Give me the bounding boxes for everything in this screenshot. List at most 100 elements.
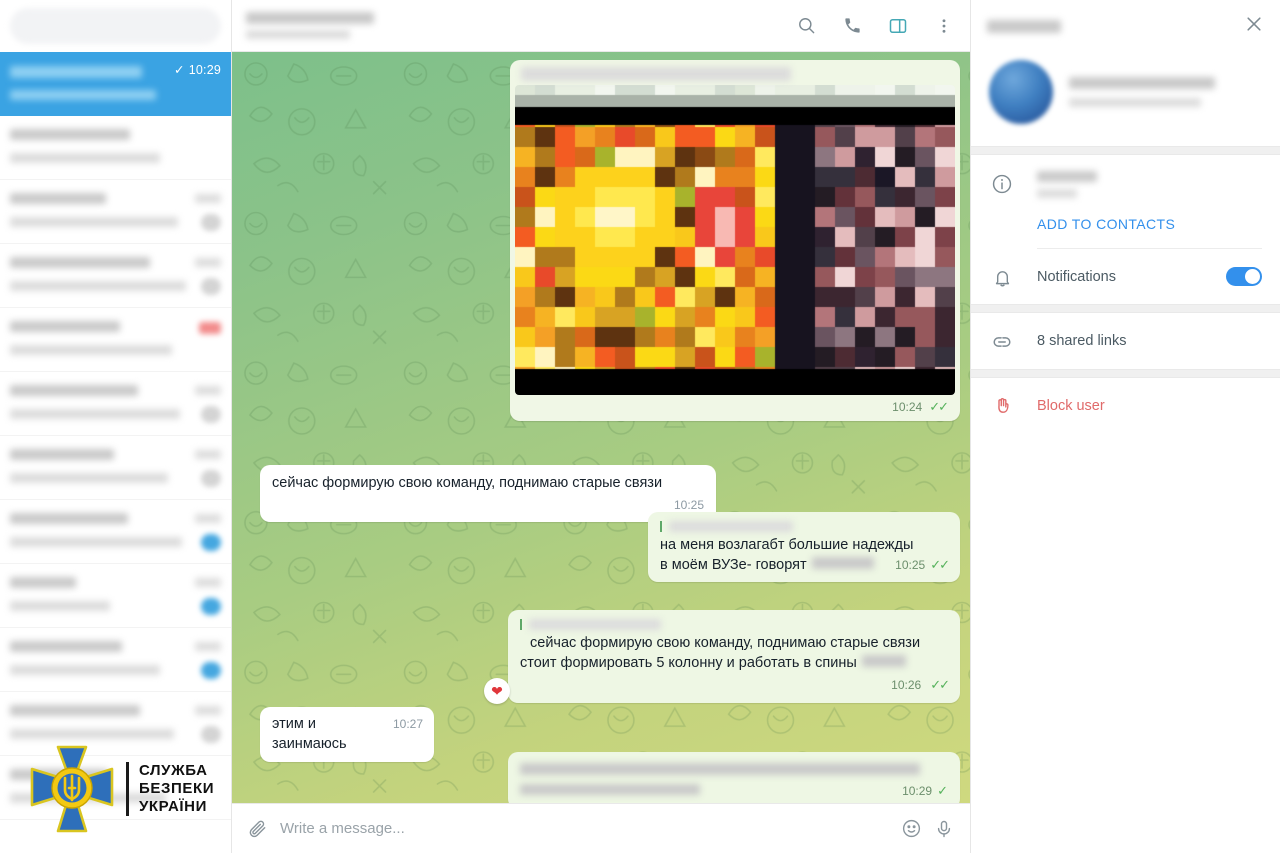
chat-list[interactable]: ✓ 10:29 (0, 52, 231, 853)
chat-list-item[interactable] (0, 372, 231, 436)
chat-list-item[interactable] (0, 116, 231, 180)
close-icon[interactable] (1244, 14, 1264, 39)
message-time: 10:25 (673, 497, 704, 512)
username-label-redacted (1037, 189, 1077, 198)
sbu-line-2: БЕЗПЕКИ (139, 779, 215, 797)
chat-item-snippet (10, 601, 110, 611)
sbu-watermark-text: СЛУЖБА БЕЗПЕКИ УКРАЇНИ (126, 761, 215, 817)
paperclip-icon[interactable] (248, 819, 268, 839)
chat-list-item[interactable] (0, 564, 231, 628)
message-time: 10:29 (902, 784, 933, 798)
user-info-section: ADD TO CONTACTS (971, 155, 1280, 248)
chat-panel: 10:24 ✓✓ сейчас формирую свою команду, п… (232, 0, 970, 853)
reply-quote[interactable] (520, 619, 948, 630)
message-outgoing[interactable]: 10:29 ✓ (508, 752, 960, 803)
chat-item-name (10, 385, 138, 396)
smiley-icon[interactable] (901, 818, 922, 839)
microphone-icon[interactable] (934, 819, 954, 839)
message-incoming[interactable]: сейчас формирую свою команду, поднимаю с… (260, 465, 716, 523)
chat-list-item[interactable] (0, 628, 231, 692)
search-icon[interactable] (794, 14, 818, 38)
user-profile[interactable] (971, 52, 1280, 146)
message-text: сейчас формирую свою команду, поднимаю с… (272, 475, 663, 491)
photo-time: 10:24 (892, 400, 923, 414)
chat-item-name (10, 641, 122, 652)
search-input[interactable] (10, 8, 221, 44)
user-info-panel: ADD TO CONTACTS Notifications 8 shared l… (970, 0, 1280, 853)
chat-list-item-selected[interactable]: ✓ 10:29 (0, 52, 231, 116)
notifications-label: Notifications (1037, 268, 1116, 285)
user-info-body: ADD TO CONTACTS (1037, 171, 1262, 232)
username-redacted (1037, 171, 1097, 182)
chat-title-redacted (246, 12, 374, 24)
chat-item-snippet (10, 409, 180, 419)
chat-item-time (195, 514, 221, 523)
notifications-row[interactable]: Notifications (971, 249, 1280, 304)
chat-list-rows[interactable] (0, 116, 231, 820)
block-user-row[interactable]: Block user (971, 378, 1280, 433)
chat-item-time (195, 642, 221, 651)
chat-list-item[interactable] (0, 308, 231, 372)
add-to-contacts-button[interactable]: ADD TO CONTACTS (1037, 216, 1262, 232)
message-text-line2: стоит формировать 5 колонну и работать в… (520, 654, 857, 671)
profile-name-redacted (1069, 77, 1215, 89)
info-icon (989, 171, 1015, 195)
message-redacted-line (520, 763, 920, 775)
chat-header-titles[interactable] (246, 12, 374, 39)
chat-item-name (10, 577, 76, 588)
chat-item-badge (201, 214, 221, 231)
chat-item-name (10, 193, 106, 204)
chat-list-item[interactable] (0, 180, 231, 244)
chat-item-time (195, 706, 221, 715)
notifications-toggle[interactable] (1226, 267, 1262, 286)
sent-tick-icon: ✓ (937, 783, 948, 798)
chat-item-name (10, 66, 142, 78)
read-ticks-icon: ✓✓ (930, 556, 950, 572)
reply-quote[interactable] (660, 521, 948, 532)
shared-links-row[interactable]: 8 shared links (971, 313, 1280, 369)
chat-item-badge (199, 322, 221, 334)
sidebar-top (0, 0, 231, 52)
chat-item-name (10, 129, 130, 140)
chat-item-snippet (10, 217, 178, 227)
chat-item-name (10, 705, 140, 716)
link-icon (989, 329, 1015, 353)
chat-item-snippet (10, 281, 186, 291)
chat-item-badge (201, 470, 221, 487)
chat-list-item[interactable] (0, 436, 231, 500)
messages-scroll: 10:24 ✓✓ сейчас формирую свою команду, п… (252, 60, 960, 803)
pixelated-photo[interactable] (515, 85, 955, 395)
sbu-emblem-icon (30, 745, 114, 833)
sbu-line-3: УКРАЇНИ (139, 798, 207, 816)
photo-caption-redacted (521, 67, 791, 81)
message-redacted-line (520, 784, 700, 795)
chat-item-time: ✓ 10:29 (174, 63, 221, 77)
more-menu-icon[interactable] (932, 14, 956, 38)
chat-item-badge (201, 278, 221, 295)
chat-list-item[interactable] (0, 244, 231, 308)
call-icon[interactable] (840, 14, 864, 38)
message-text: этим и заинмаюсь (272, 716, 347, 752)
message-outgoing[interactable]: на меня возлагабт большие надежды в моём… (648, 512, 960, 583)
message-outgoing[interactable]: сейчас формирую свою команду, поднимаю с… (508, 610, 960, 703)
message-incoming[interactable]: этим и заинмаюсь 10:27 (260, 707, 434, 763)
message-time: 10:25 (895, 557, 926, 572)
sbu-watermark: СЛУЖБА БЕЗПЕКИ УКРАЇНИ (28, 743, 214, 835)
message-list[interactable]: 10:24 ✓✓ сейчас формирую свою команду, п… (232, 52, 970, 803)
chat-list-sidebar: ✓ 10:29 СЛУЖБА БЕЗПЕКИ УКРАЇНИ (0, 0, 232, 853)
chat-item-name (10, 513, 128, 524)
telegram-window: ✓ 10:29 СЛУЖБА БЕЗПЕКИ УКРАЇНИ 10:24 ✓✓ … (0, 0, 1280, 853)
message-text-line1: на меня возлагабт большие надежды (660, 537, 914, 553)
info-panel-icon[interactable] (886, 14, 910, 38)
message-input[interactable] (280, 820, 889, 837)
user-info-header (971, 0, 1280, 52)
avatar[interactable] (989, 60, 1053, 124)
message-photo[interactable]: 10:24 ✓✓ (510, 60, 960, 421)
chat-list-item[interactable] (0, 500, 231, 564)
chat-item-snippet (10, 345, 172, 355)
reaction-emoji: ❤ (491, 682, 503, 699)
message-time: 10:26 (891, 678, 922, 693)
chat-item-name (10, 449, 114, 460)
reaction-heart-icon[interactable]: ❤ (484, 678, 510, 704)
chat-item-snippet (10, 729, 174, 739)
